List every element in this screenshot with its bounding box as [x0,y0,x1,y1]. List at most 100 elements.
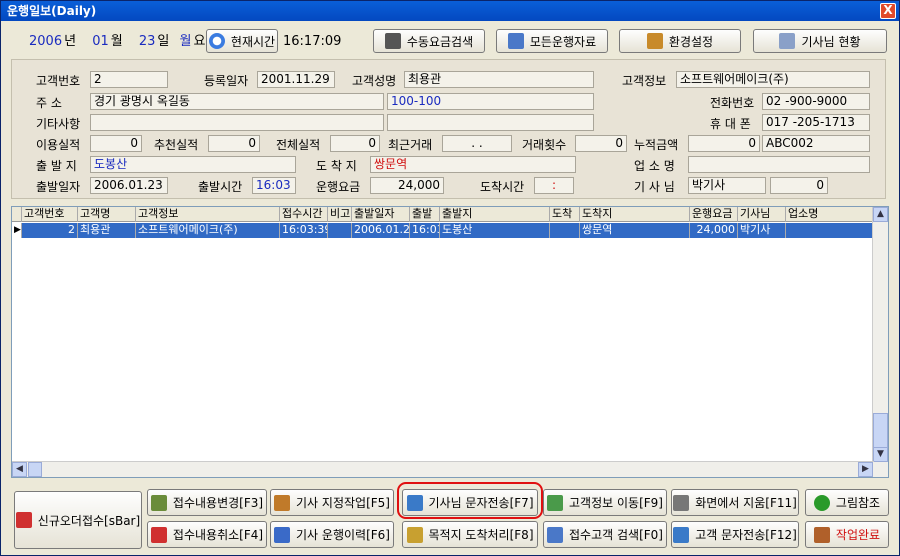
current-time-button[interactable]: 현재시간 [206,29,278,53]
customer-name-field[interactable]: 최용관 [404,71,594,88]
grid-header-col[interactable]: 고객번호 [22,207,78,222]
scroll-down-icon[interactable]: ▼ [873,447,888,462]
customer-no-field[interactable]: 2 [90,71,168,88]
amount-label: 누적금액 [634,138,679,152]
scroll-left-icon[interactable]: ◀ [12,462,27,477]
close-button[interactable]: X [880,3,896,19]
arrive-destination-button[interactable]: 목적지 도착처리[F8] [402,521,538,548]
recommend-field[interactable]: 0 [208,135,260,152]
grid-header-col[interactable]: 기사님 [738,207,786,222]
search-customer-button[interactable]: 접수고객 검색[F0] [543,521,667,548]
settings-button[interactable]: 환경설정 [619,29,741,53]
door-icon [813,526,830,543]
arr-time-label: 도착시간 [480,180,525,194]
binoculars-icon [384,33,401,49]
grid-header-col[interactable]: 접수시간 [280,207,328,222]
fare-label: 운행요금 [316,180,361,194]
work-complete-button[interactable]: 작업완료 [805,521,889,548]
hscroll-thumb[interactable] [28,462,42,477]
dep-time-label: 출발시간 [198,180,243,194]
customer-info-field[interactable]: 소프트웨어메이크(주) [676,71,870,88]
amount-code-field[interactable]: ABC002 [762,135,870,152]
grid-header-col[interactable]: 출발지 [440,207,550,222]
arrive-destination-label: 목적지 도착처리[F8] [428,528,534,542]
usage-field[interactable]: 0 [90,135,142,152]
scroll-up-icon[interactable]: ▲ [873,207,888,222]
mobile-field[interactable]: 017 -205-1713 [762,114,870,131]
etc-field2[interactable] [387,114,594,131]
count-label: 거래횟수 [522,138,567,152]
grid-header-col[interactable]: 출발일자 [352,207,410,222]
window-title: 운행일보(Daily) [7,4,97,18]
change-order-button[interactable]: 접수내용변경[F3] [147,489,267,516]
grid-header-col[interactable]: 업소명 [786,207,874,222]
arr-time-field[interactable]: : [534,177,574,194]
sms-customer-button[interactable]: 고객 문자전송[F12] [671,521,799,548]
customer-info-label: 고객정보 [622,74,667,88]
table-cell: 소프트웨어메이크(주) [136,223,280,238]
horizontal-scrollbar[interactable]: ◀ ▶ [12,461,874,477]
driver-history-label: 기사 운행이력[F6] [296,528,390,542]
date-display: 2006년 01월 23일 월요일 [29,33,219,51]
fare-field[interactable]: 24,000 [370,177,444,194]
departure-field[interactable]: 도봉산 [90,156,296,173]
business-label: 업 소 명 [634,159,675,173]
reg-date-field[interactable]: 2001.11.29 [257,71,335,88]
work-complete-label: 작업완료 [835,528,881,542]
total-field[interactable]: 0 [330,135,380,152]
amount-field[interactable]: 0 [688,135,760,152]
etc-field1[interactable] [90,114,384,131]
clock-icon [208,33,225,49]
clear-screen-button[interactable]: 화면에서 지움[F11] [671,489,799,516]
count-field[interactable]: 0 [575,135,627,152]
driver-history-button[interactable]: 기사 운행이력[F6] [270,521,394,548]
arrival-field[interactable]: 쌍문역 [370,156,576,173]
scroll-right-icon[interactable]: ▶ [858,462,873,477]
table-cell: 쌍문역 [580,223,690,238]
table-cell [550,223,580,238]
total-label: 전체실적 [276,138,321,152]
grid-header-col[interactable]: 비고 [328,207,352,222]
month-value: 01 [92,34,109,49]
cancel-icon [150,526,167,543]
cancel-order-button[interactable]: 접수내용취소[F4] [147,521,267,548]
driver-status-button[interactable]: 기사님 현황 [753,29,887,53]
business-field[interactable] [688,156,870,173]
customer-info-panel: 고객번호 2 등록일자 2001.11.29 고객성명 최용관 고객정보 소프트… [11,59,886,199]
cancel-order-label: 접수내용취소[F4] [172,528,264,542]
dep-time-field[interactable]: 16:03 [252,177,296,194]
grid-header-col[interactable]: 도착지 [580,207,690,222]
all-records-label: 모든운행자료 [529,34,597,49]
driver-field[interactable]: 박기사 [688,177,766,194]
address2-field[interactable]: 100-100 [387,93,594,110]
scroll-thumb[interactable] [873,413,888,449]
table-cell: 24,000 [690,223,738,238]
address1-field[interactable]: 경기 광명시 옥길동 [90,93,384,110]
phone-field[interactable]: 02 -900-9000 [762,93,870,110]
manual-fare-search-button[interactable]: 수동요금검색 [373,29,485,53]
dep-date-field[interactable]: 2006.01.23 [90,177,168,194]
recent-field[interactable]: . . [442,135,512,152]
grid-header-col[interactable]: 도착 [550,207,580,222]
driver-label: 기 사 님 [634,180,675,194]
tree-icon [813,494,830,511]
document-icon [507,33,524,49]
table-row[interactable]: ▶ 2 최용관 소프트웨어메이크(주) 16:03:39 2006.01.23 … [12,223,874,238]
month-unit: 월 [110,34,123,49]
vertical-scrollbar[interactable]: ▲ ▼ [872,207,888,477]
search-icon [547,526,564,543]
assign-driver-button[interactable]: 기사 지정작업[F5] [270,489,394,516]
grid-header-col[interactable]: 고객정보 [136,207,280,222]
clock-value: 16:17:09 [283,34,342,49]
grid-header-col[interactable]: 고객명 [78,207,136,222]
grid-header-col[interactable]: 출발 [410,207,440,222]
recommend-label: 추천실적 [154,138,199,152]
row-pointer-icon: ▶ [12,223,22,238]
all-records-button[interactable]: 모든운행자료 [496,29,608,53]
grid-header-col[interactable]: 운행요금 [690,207,738,222]
move-customer-info-button[interactable]: 고객정보 이동[F9] [543,489,667,516]
driver-count-field[interactable]: 0 [770,177,828,194]
calendar-icon [274,526,291,543]
new-order-button[interactable]: 신규오더접수[sBar] [14,491,142,549]
picture-ref-button[interactable]: 그림참조 [805,489,889,516]
